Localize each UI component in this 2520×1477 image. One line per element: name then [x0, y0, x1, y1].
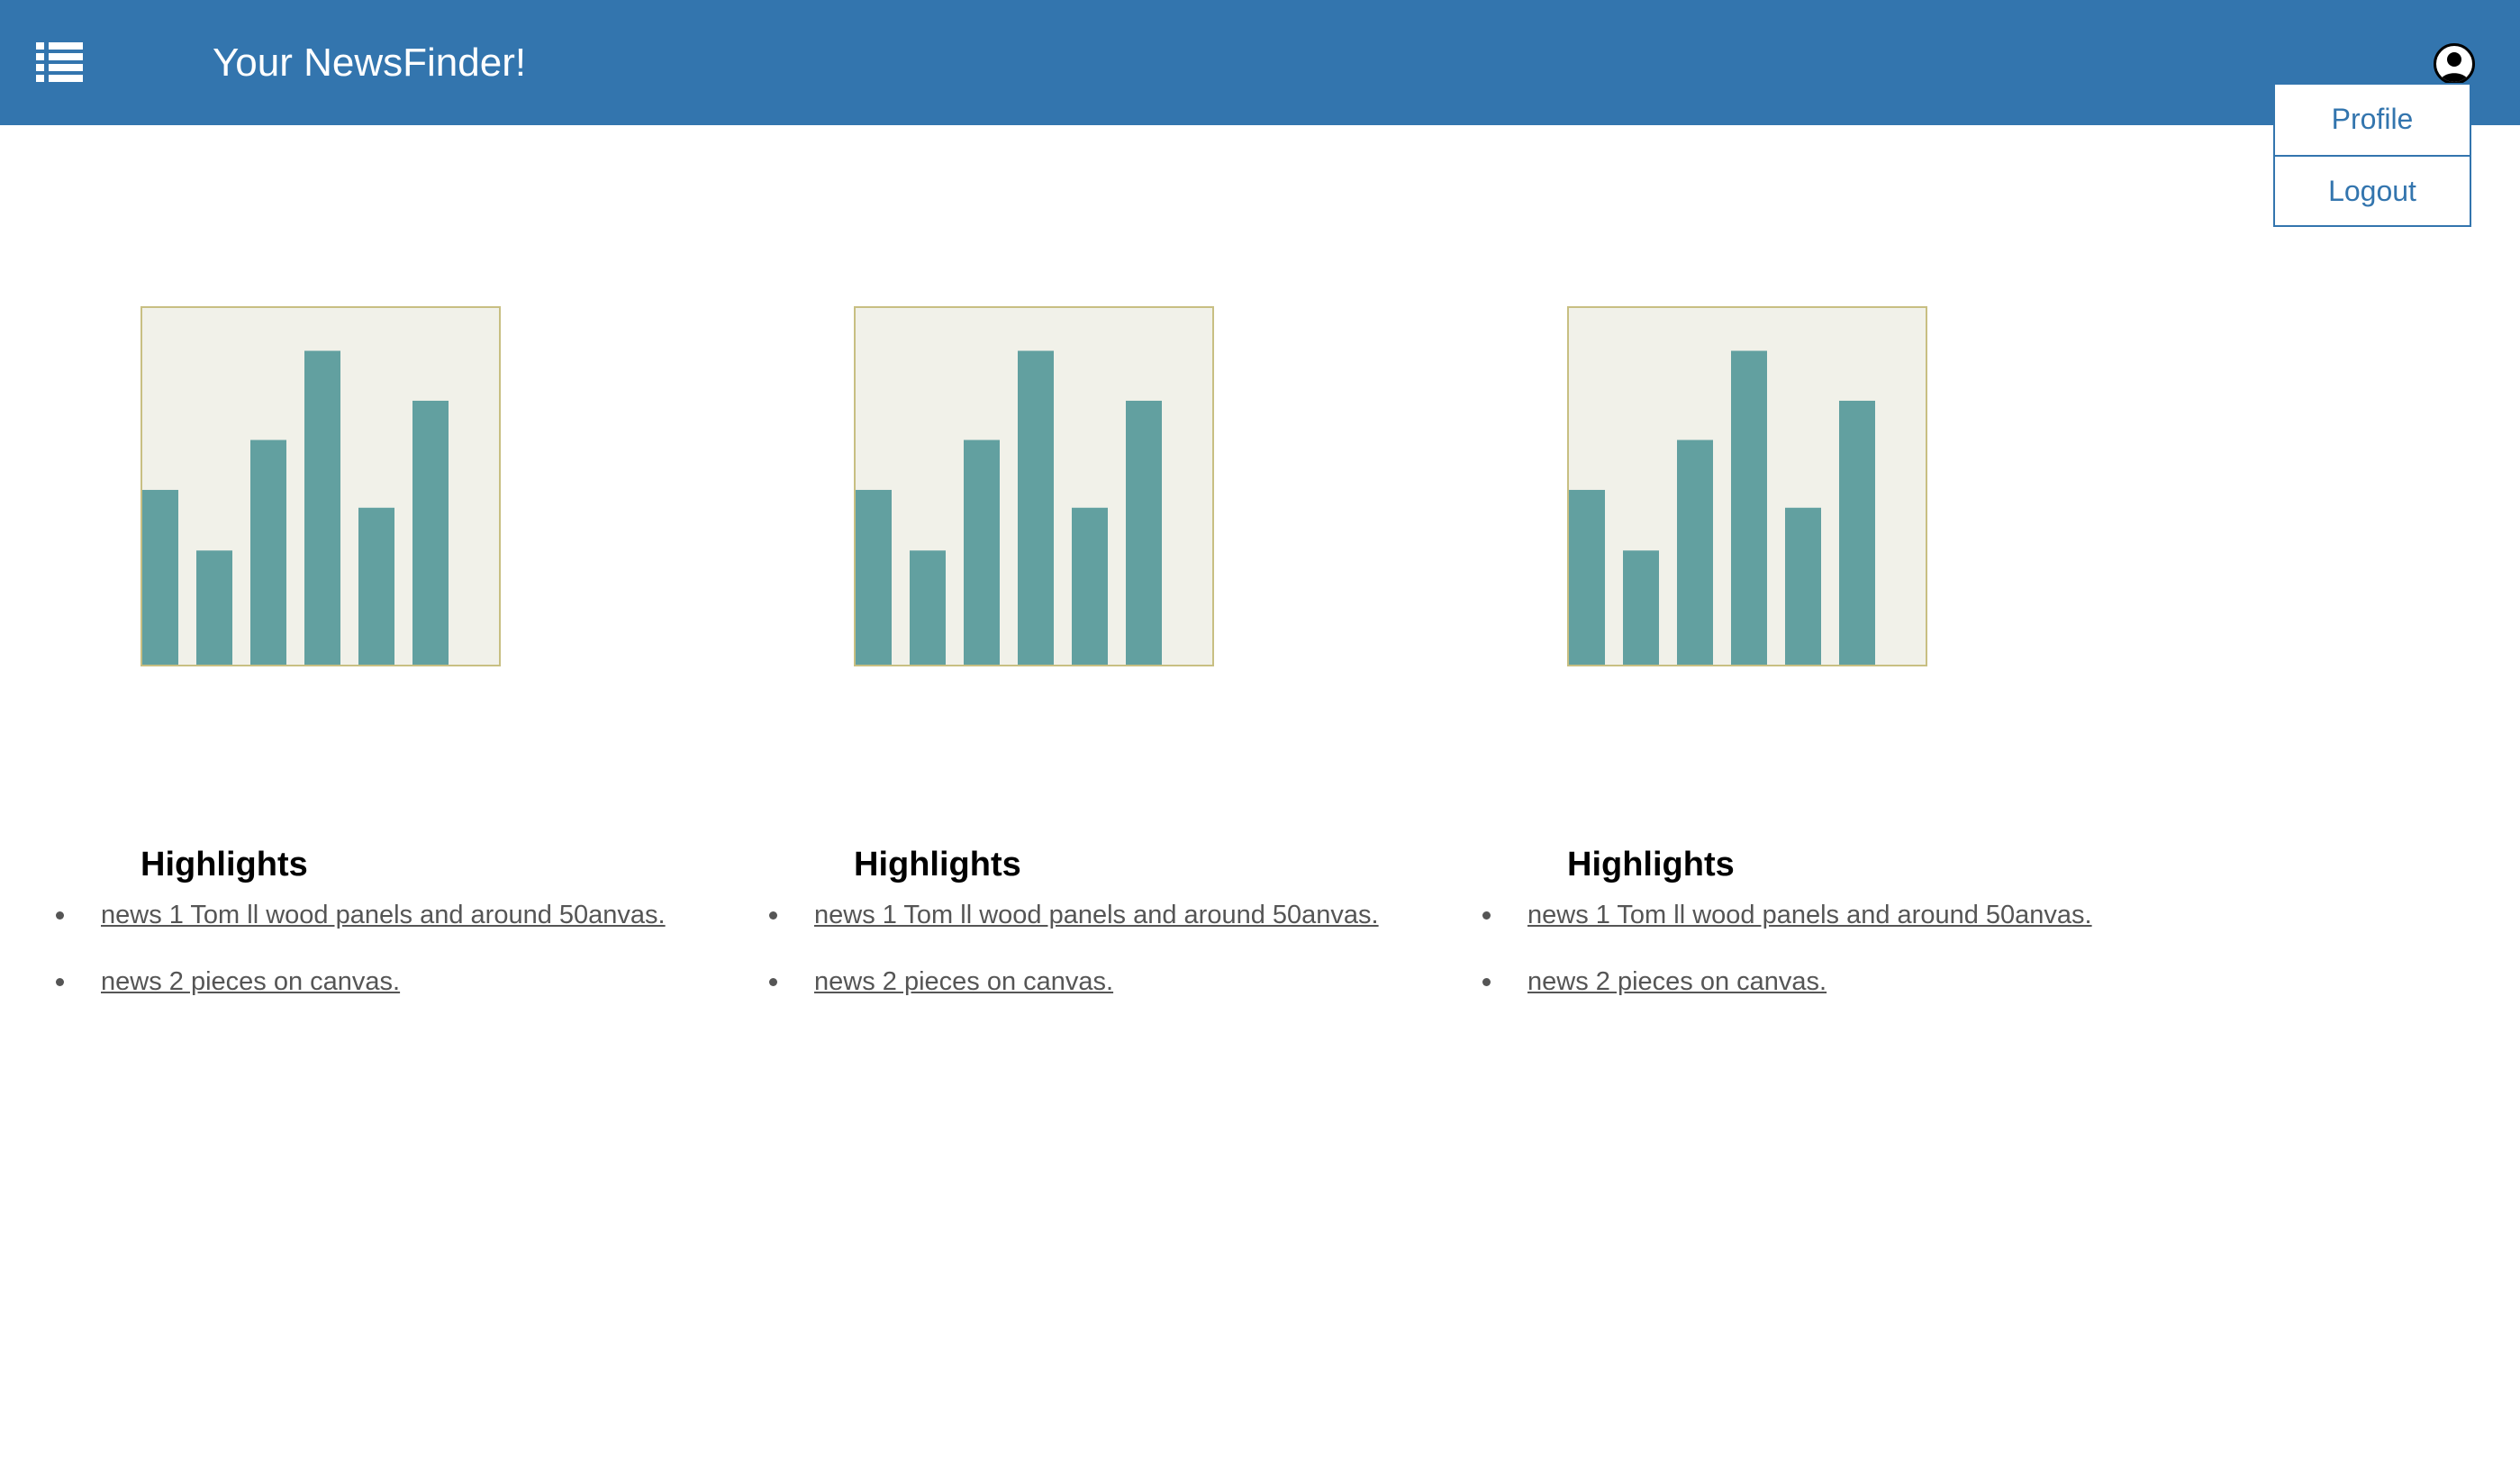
highlights-title: Highlights	[141, 846, 308, 883]
chart-bar	[358, 507, 394, 665]
chart-bar	[412, 400, 449, 665]
chart-bar	[1623, 550, 1659, 665]
chart-bar	[910, 550, 946, 665]
chart-bar	[1785, 507, 1821, 665]
highlights-title: Highlights	[854, 846, 1021, 883]
news-list-item: news 2 pieces on canvas.	[767, 962, 1470, 1028]
chart-bar	[964, 439, 1000, 665]
chart-bar	[196, 550, 232, 665]
chart-bar	[1018, 350, 1054, 665]
news-list-item: news 2 pieces on canvas.	[1481, 962, 2183, 1028]
news-link[interactable]: news 2 pieces on canvas.	[814, 967, 1113, 996]
chart-bar	[1126, 400, 1162, 665]
user-avatar-icon[interactable]	[2434, 43, 2475, 85]
news-link[interactable]: news 1 Tom ll wood panels and around 50a…	[1527, 901, 2092, 929]
top-navigation-bar: Your NewsFinder!	[0, 0, 2520, 125]
bar-chart	[142, 350, 449, 665]
news-list: news 1 Tom ll wood panels and around 50a…	[1481, 895, 2183, 1028]
bar-chart-image	[141, 306, 501, 666]
news-list-item: news 1 Tom ll wood panels and around 50a…	[1481, 895, 2183, 962]
chart-bar	[250, 439, 286, 665]
chart-bar	[142, 489, 178, 665]
news-list: news 1 Tom ll wood panels and around 50a…	[54, 895, 757, 1028]
logout-menu-item[interactable]: Logout	[2275, 155, 2470, 225]
news-list-item: news 1 Tom ll wood panels and around 50a…	[767, 895, 1470, 962]
highlights-card: Highlights news 1 Tom ll wood panels and…	[54, 306, 739, 1027]
news-link[interactable]: news 2 pieces on canvas.	[101, 967, 400, 996]
highlights-card: Highlights news 1 Tom ll wood panels and…	[1481, 306, 2165, 1027]
news-link[interactable]: news 2 pieces on canvas.	[1527, 967, 1827, 996]
news-list-item: news 1 Tom ll wood panels and around 50a…	[54, 895, 757, 962]
chart-bar	[1072, 507, 1108, 665]
chart-bar	[1569, 489, 1605, 665]
highlights-title: Highlights	[1567, 846, 1735, 883]
account-dropdown-menu: Profile Logout	[2273, 83, 2471, 227]
news-list-item: news 2 pieces on canvas.	[54, 962, 757, 1028]
highlights-card: Highlights news 1 Tom ll wood panels and…	[767, 306, 1452, 1027]
bar-chart-image	[854, 306, 1214, 666]
bar-chart	[1569, 350, 1875, 665]
profile-menu-item[interactable]: Profile	[2275, 85, 2470, 155]
chart-bar	[1731, 350, 1767, 665]
news-list: news 1 Tom ll wood panels and around 50a…	[767, 895, 1470, 1028]
chart-bar	[1677, 439, 1713, 665]
list-menu-icon[interactable]	[36, 42, 83, 82]
bar-chart	[856, 350, 1162, 665]
news-link[interactable]: news 1 Tom ll wood panels and around 50a…	[814, 901, 1379, 929]
bar-chart-image	[1567, 306, 1927, 666]
chart-bar	[856, 489, 892, 665]
app-title: Your NewsFinder!	[213, 41, 527, 85]
chart-bar	[1839, 400, 1875, 665]
news-link[interactable]: news 1 Tom ll wood panels and around 50a…	[101, 901, 666, 929]
chart-bar	[304, 350, 340, 665]
